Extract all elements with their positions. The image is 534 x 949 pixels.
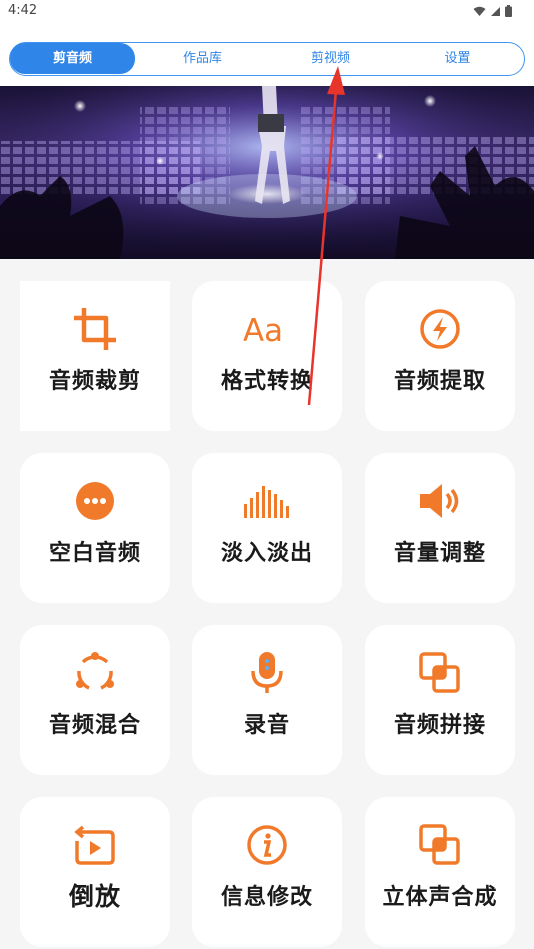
format-convert-label: 格式转换 [220, 369, 313, 394]
reverse-card[interactable]: 倒放 [20, 797, 170, 947]
fade-card[interactable]: 淡入淡出 [192, 453, 342, 603]
status-time: 4:42 [8, 3, 38, 18]
concert-illustration [0, 86, 534, 259]
overlap-squares-icon [416, 821, 464, 869]
stereo-merge-card[interactable]: 立体声合成 [365, 797, 515, 947]
wifi-icon [473, 6, 486, 16]
info-edit-card[interactable]: 信息修改 [192, 797, 342, 947]
top-bar: 剪音频 作品库 剪视频 设置 [0, 24, 534, 86]
tab-audio-edit[interactable]: 剪音频 [10, 43, 135, 74]
blank-audio-card[interactable]: 空白音频 [20, 453, 170, 603]
info-circle-icon [243, 821, 291, 869]
overlap-squares-icon [416, 649, 464, 697]
tab-switcher: 剪音频 作品库 剪视频 设置 [9, 42, 525, 76]
audio-extract-card[interactable]: 音频提取 [365, 281, 515, 431]
speaker-volume-icon [416, 477, 464, 525]
audio-crop-label: 音频裁剪 [48, 369, 141, 394]
fade-label: 淡入淡出 [220, 541, 313, 566]
format-convert-card[interactable]: Aa 格式转换 [192, 281, 342, 431]
stereo-merge-label: 立体声合成 [382, 885, 498, 910]
record-label: 录音 [243, 713, 290, 738]
record-card[interactable]: 录音 [192, 625, 342, 775]
equalizer-bars-icon [243, 477, 291, 525]
audio-mix-label: 音频混合 [48, 713, 141, 738]
tab-works[interactable]: 作品库 [140, 43, 265, 74]
audio-crop-card[interactable]: 音频裁剪 [20, 281, 170, 431]
battery-icon [505, 5, 512, 17]
banner-image[interactable] [0, 86, 534, 259]
feature-grid: 音频裁剪 Aa 格式转换 音频提取 空白音频 淡入淡出 音量调整 音频混合 录音… [0, 259, 534, 949]
tab-settings[interactable]: 设置 [395, 43, 520, 74]
audio-join-label: 音频拼接 [393, 713, 486, 738]
svg-text:Aa: Aa [243, 313, 283, 349]
blank-audio-label: 空白音频 [48, 541, 141, 566]
font-aa-icon: Aa [243, 305, 291, 353]
system-icons [473, 5, 512, 17]
lightning-circle-icon [416, 305, 464, 353]
signal-icon [491, 6, 500, 16]
info-edit-label: 信息修改 [220, 885, 313, 910]
reverse-play-icon [71, 821, 119, 869]
more-dots-icon [71, 477, 119, 525]
volume-adjust-label: 音量调整 [393, 541, 486, 566]
reverse-label: 倒放 [68, 882, 121, 911]
crop-icon [71, 305, 119, 353]
share-cycle-icon [71, 649, 119, 697]
audio-join-card[interactable]: 音频拼接 [365, 625, 515, 775]
audio-mix-card[interactable]: 音频混合 [20, 625, 170, 775]
status-bar: 4:42 [0, 0, 534, 24]
audio-extract-label: 音频提取 [393, 369, 486, 394]
volume-adjust-card[interactable]: 音量调整 [365, 453, 515, 603]
tab-video-edit[interactable]: 剪视频 [268, 43, 393, 74]
microphone-icon [243, 649, 291, 697]
